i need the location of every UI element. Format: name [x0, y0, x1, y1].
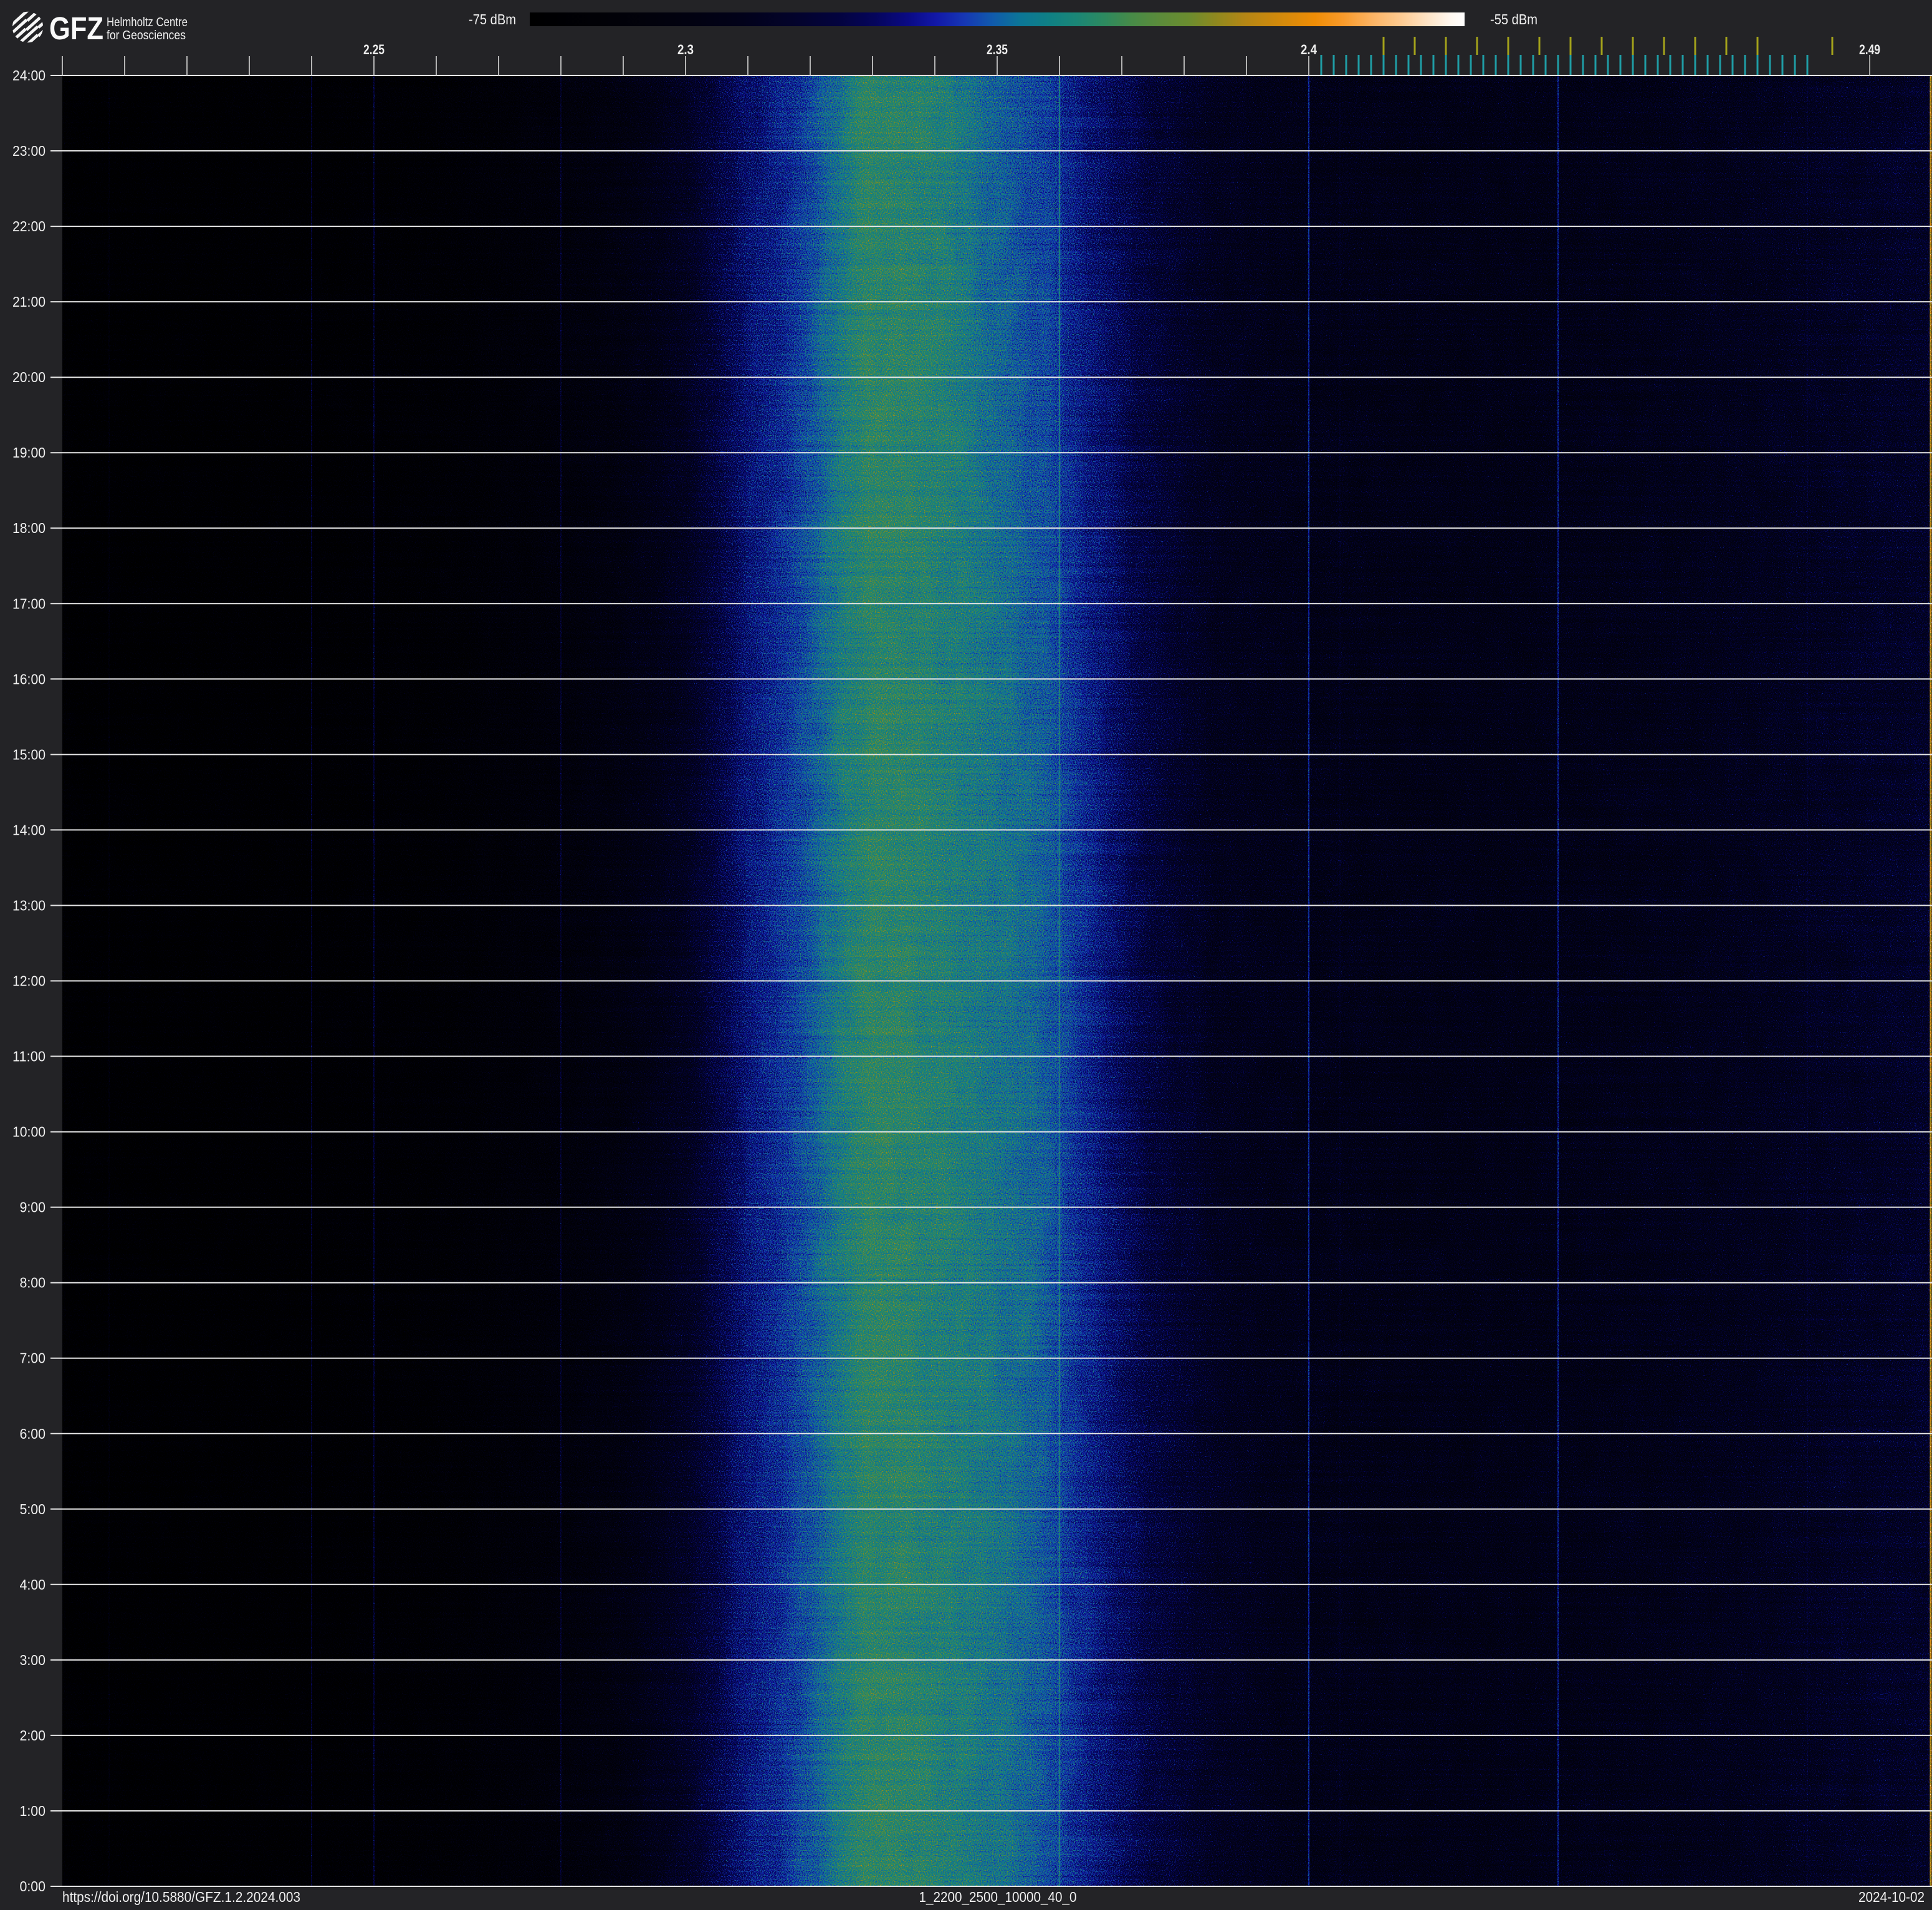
- svg-text:14:00: 14:00: [12, 822, 45, 838]
- svg-text:2:00: 2:00: [20, 1727, 46, 1744]
- svg-text:2.4: 2.4: [1301, 42, 1317, 57]
- svg-text:https://doi.org/10.5880/GFZ.1.: https://doi.org/10.5880/GFZ.1.2.2024.003: [62, 1889, 300, 1905]
- svg-text:10:00: 10:00: [12, 1124, 45, 1140]
- svg-text:8:00: 8:00: [20, 1275, 46, 1291]
- svg-text:16:00: 16:00: [12, 671, 45, 687]
- svg-text:23:00: 23:00: [12, 143, 45, 159]
- svg-text:9:00: 9:00: [20, 1199, 46, 1216]
- svg-text:5:00: 5:00: [20, 1501, 46, 1517]
- svg-text:3:00: 3:00: [20, 1652, 46, 1668]
- svg-text:17:00: 17:00: [12, 595, 45, 612]
- svg-text:4:00: 4:00: [20, 1576, 46, 1593]
- svg-text:12:00: 12:00: [12, 973, 45, 989]
- svg-text:-55 dBm: -55 dBm: [1490, 11, 1537, 27]
- svg-text:20:00: 20:00: [12, 369, 45, 385]
- svg-text:2.49: 2.49: [1859, 42, 1880, 57]
- svg-text:Helmholtz Centre: Helmholtz Centre: [107, 16, 188, 29]
- svg-text:18:00: 18:00: [12, 520, 45, 536]
- svg-text:1:00: 1:00: [20, 1803, 46, 1819]
- svg-text:7:00: 7:00: [20, 1350, 46, 1366]
- svg-text:15:00: 15:00: [12, 746, 45, 762]
- svg-text:0:00: 0:00: [20, 1878, 46, 1894]
- svg-text:2.3: 2.3: [677, 42, 694, 57]
- svg-text:for Geosciences: for Geosciences: [107, 29, 186, 42]
- svg-text:1_2200_2500_10000_40_0: 1_2200_2500_10000_40_0: [919, 1889, 1077, 1905]
- svg-text:13:00: 13:00: [12, 898, 45, 914]
- svg-text:GFZ: GFZ: [49, 11, 103, 46]
- svg-text:11:00: 11:00: [12, 1049, 45, 1065]
- svg-text:2.35: 2.35: [987, 42, 1008, 57]
- svg-text:-75 dBm: -75 dBm: [469, 11, 516, 27]
- svg-text:6:00: 6:00: [20, 1426, 46, 1442]
- svg-text:24:00: 24:00: [12, 67, 45, 84]
- svg-text:2024-10-02: 2024-10-02: [1858, 1889, 1925, 1905]
- svg-text:21:00: 21:00: [12, 294, 45, 310]
- svg-text:19:00: 19:00: [12, 444, 45, 461]
- svg-text:2.25: 2.25: [363, 42, 385, 57]
- svg-text:22:00: 22:00: [12, 218, 45, 234]
